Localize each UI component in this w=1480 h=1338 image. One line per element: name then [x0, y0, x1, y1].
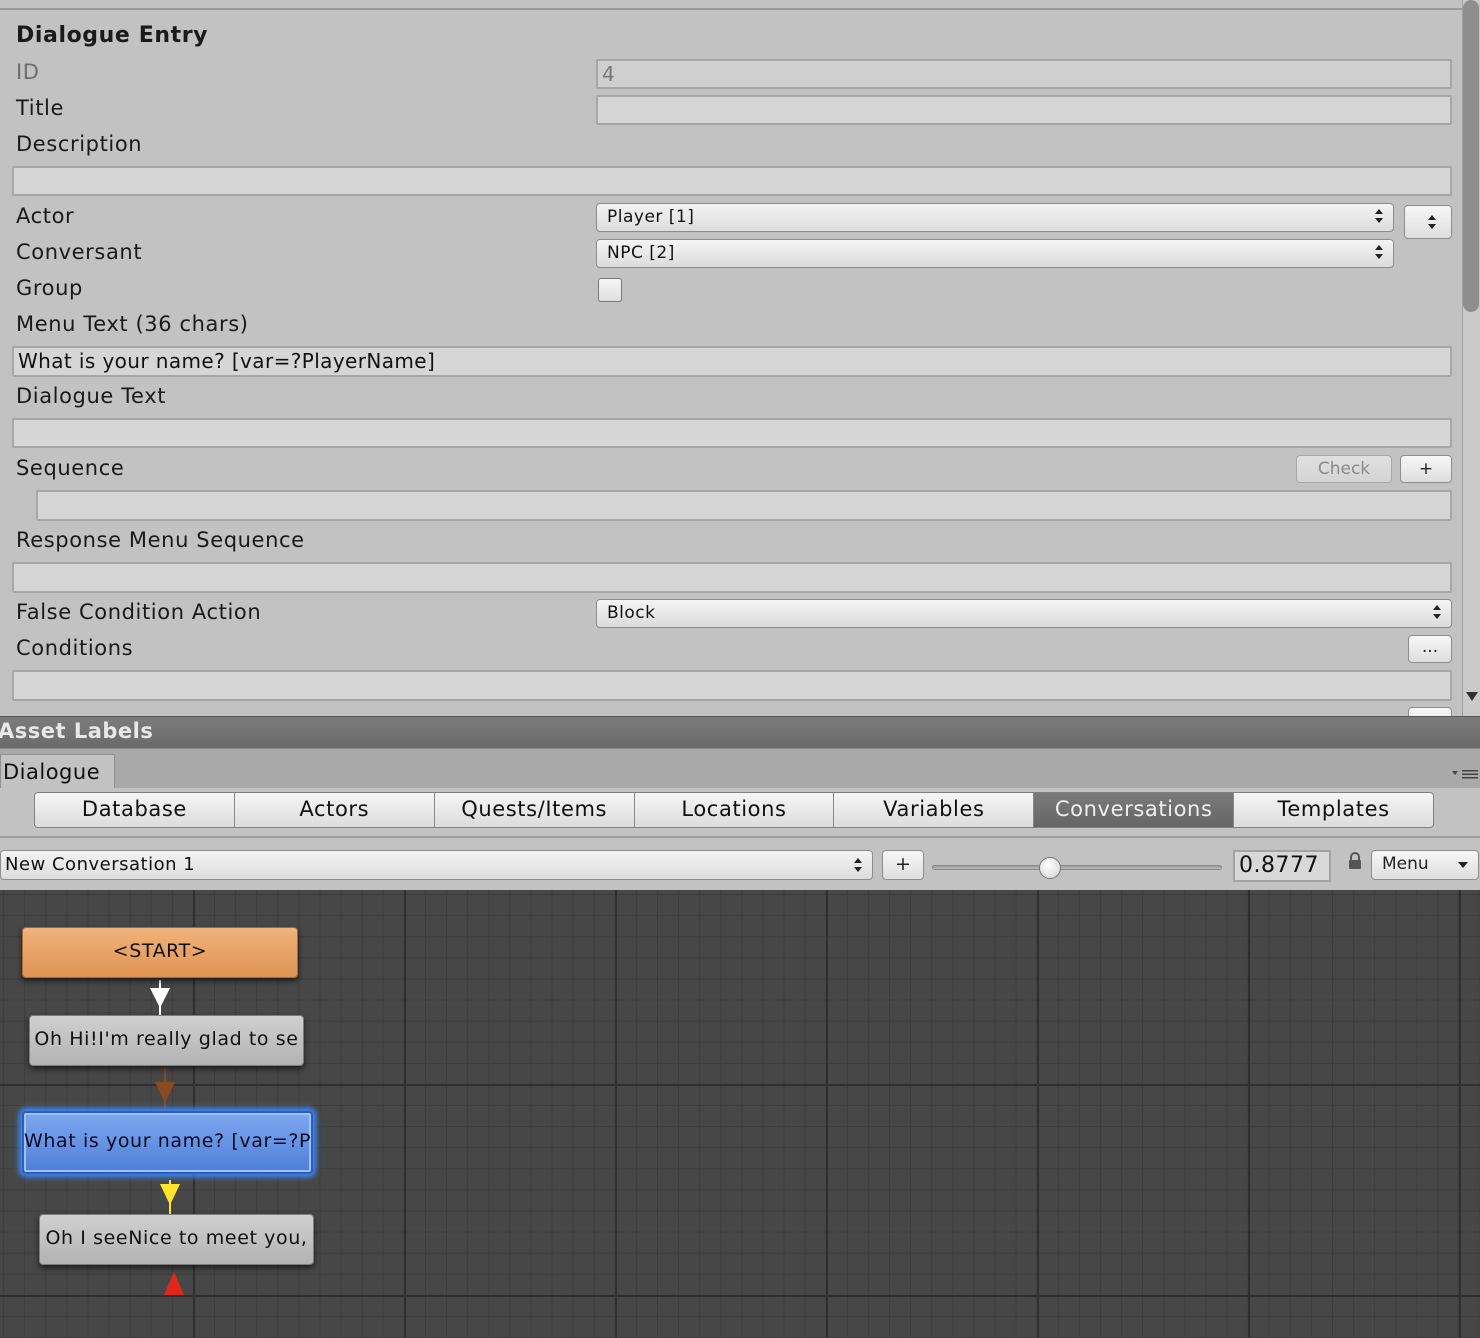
conversant-label: Conversant	[16, 240, 143, 264]
asset-labels-title: Asset Labels	[0, 719, 154, 743]
lock-icon[interactable]	[1348, 852, 1362, 870]
menu-button[interactable]: Menu	[1371, 850, 1479, 880]
id-label: ID	[16, 60, 40, 84]
updown-arrows-icon	[1433, 605, 1441, 621]
inspector-panel: Dialogue Entry ID 4 Title Description Ac…	[0, 0, 1462, 716]
dialogue-text-field[interactable]	[12, 418, 1452, 448]
editor-main-tabs: Database Actors Quests/Items Locations V…	[34, 792, 1434, 828]
scrollbar-thumb[interactable]	[1463, 0, 1479, 312]
conversant-dropdown[interactable]: NPC [2]	[596, 239, 1394, 268]
asset-labels-bar[interactable]: Asset Labels	[0, 716, 1480, 748]
swap-actor-conversant-button[interactable]	[1404, 205, 1452, 239]
conditions-label: Conditions	[16, 636, 134, 660]
updown-arrows-icon	[854, 858, 862, 874]
response-menu-sequence-field[interactable]	[12, 562, 1452, 593]
menu-text-label: Menu Text (36 chars)	[16, 312, 249, 336]
window-menu-icon[interactable]	[1452, 768, 1478, 780]
conversation-value: New Conversation 1	[5, 854, 196, 875]
zoom-value-field[interactable]: 0.8777	[1233, 850, 1331, 882]
dialogue-text-label: Dialogue Text	[16, 384, 167, 408]
tab-templates[interactable]: Templates	[1234, 793, 1433, 827]
inspector-header: Dialogue Entry	[16, 23, 209, 48]
tab-database[interactable]: Database	[35, 793, 235, 827]
link-arrow-yellow	[160, 1184, 180, 1205]
link-arrow-brown	[155, 1082, 175, 1103]
group-label: Group	[16, 276, 83, 300]
updown-arrows-icon	[1375, 209, 1383, 225]
actor-value: Player [1]	[607, 207, 695, 227]
script-edit-button[interactable]	[1408, 707, 1452, 716]
false-condition-action-value: Block	[607, 603, 656, 623]
description-field[interactable]	[12, 166, 1452, 196]
group-checkbox[interactable]	[598, 278, 622, 302]
false-condition-action-label: False Condition Action	[16, 600, 262, 624]
node-entry-3[interactable]: Oh I seeNice to meet you,	[39, 1214, 314, 1265]
scroll-down-arrow-icon[interactable]	[1466, 692, 1478, 701]
menu-text-field[interactable]: What is your name? [var=?PlayerName]	[12, 346, 1452, 377]
title-field[interactable]	[596, 95, 1452, 125]
window-tab-strip	[0, 748, 1480, 788]
sequence-field[interactable]	[36, 490, 1452, 521]
tab-locations[interactable]: Locations	[634, 793, 835, 827]
swap-arrows-icon	[1428, 215, 1436, 231]
add-sequence-button[interactable]: +	[1400, 455, 1452, 483]
node-entry-1[interactable]: Oh Hi!I'm really glad to se	[29, 1015, 304, 1066]
sequence-label: Sequence	[16, 456, 125, 480]
link-arrow-red	[164, 1272, 184, 1295]
top-divider	[0, 8, 1462, 10]
false-condition-action-dropdown[interactable]: Block	[596, 599, 1452, 628]
zoom-slider-track[interactable]	[932, 865, 1222, 870]
description-label: Description	[16, 132, 143, 156]
tab-quests-items[interactable]: Quests/Items	[434, 793, 635, 827]
tab-actors[interactable]: Actors	[234, 793, 435, 827]
response-menu-sequence-label: Response Menu Sequence	[16, 528, 305, 552]
menu-button-label: Menu	[1382, 854, 1429, 874]
check-sequence-button[interactable]: Check	[1296, 455, 1392, 483]
conditions-edit-button[interactable]: ...	[1408, 635, 1452, 663]
actor-dropdown[interactable]: Player [1]	[596, 203, 1394, 232]
node-start[interactable]: <START>	[22, 927, 298, 978]
tab-conversations[interactable]: Conversations	[1034, 793, 1235, 827]
dialogue-window-tab[interactable]: Dialogue	[0, 754, 115, 790]
tab-variables[interactable]: Variables	[834, 793, 1035, 827]
conversant-value: NPC [2]	[607, 243, 675, 263]
id-field: 4	[596, 59, 1452, 89]
link-arrow-white	[150, 988, 170, 1008]
chevron-down-icon	[1458, 862, 1468, 868]
title-label: Title	[16, 96, 65, 120]
conditions-field[interactable]	[12, 670, 1452, 701]
updown-arrows-icon	[1375, 245, 1383, 261]
add-conversation-button[interactable]: +	[882, 850, 924, 880]
conversation-dropdown[interactable]: New Conversation 1	[0, 850, 873, 880]
toolbar-divider	[0, 836, 1480, 838]
actor-label: Actor	[16, 204, 75, 228]
node-entry-selected[interactable]: What is your name? [var=?P	[22, 1111, 313, 1174]
